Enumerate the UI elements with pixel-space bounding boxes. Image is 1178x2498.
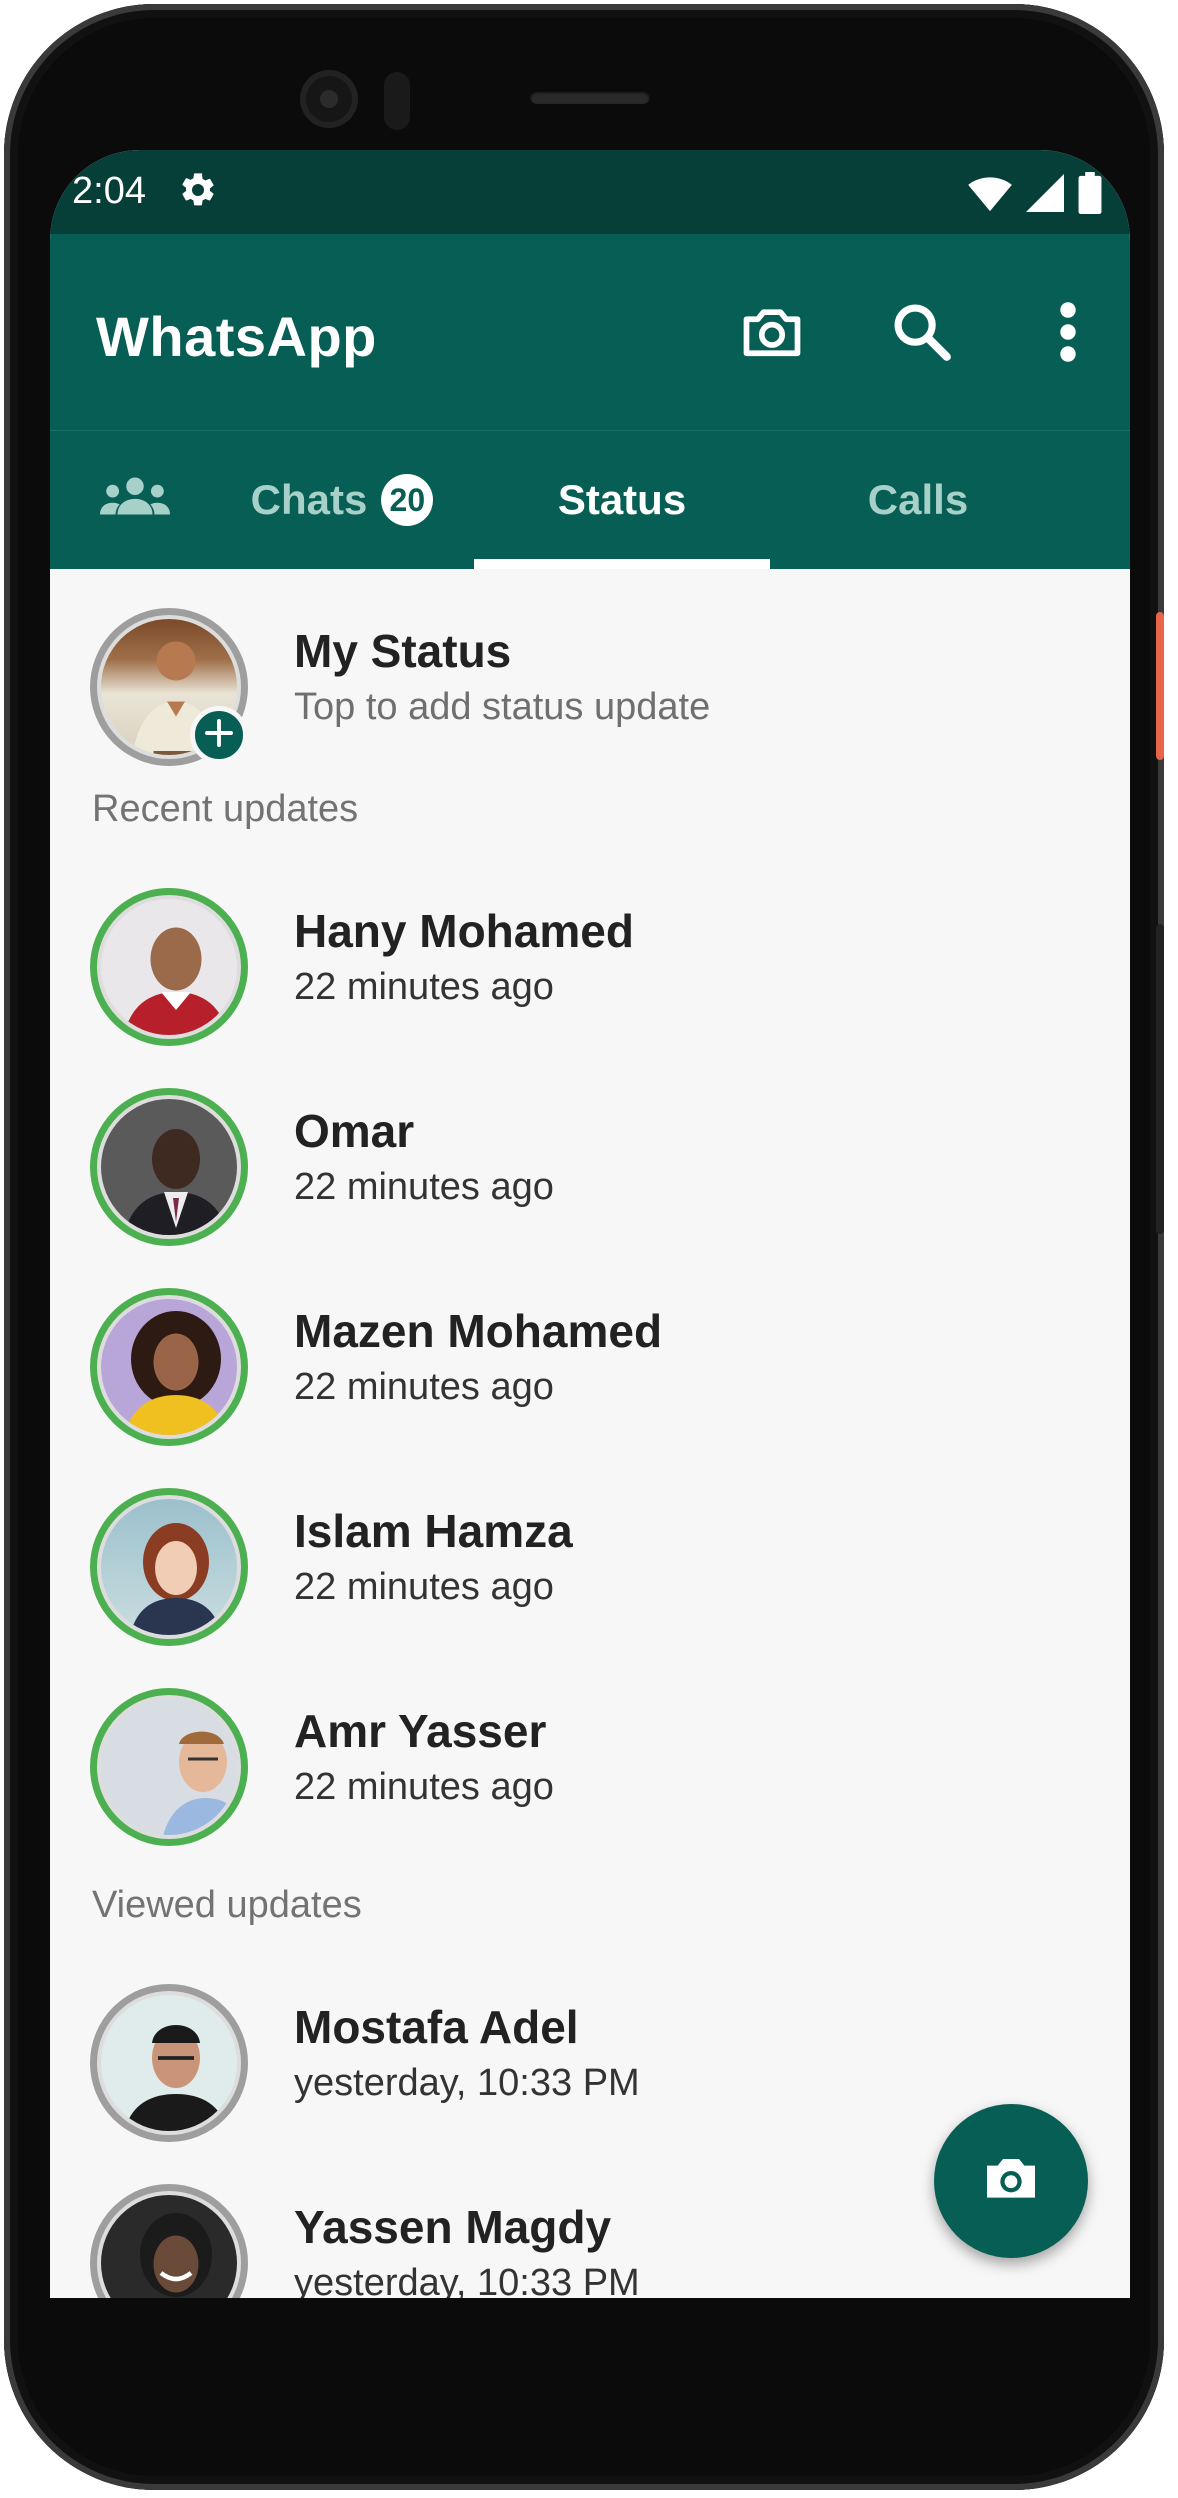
list-item[interactable]: Amr Yasser 22 minutes ago [50, 1658, 1130, 1858]
community-icon [100, 475, 170, 525]
tab-status[interactable]: Status [474, 431, 770, 569]
my-status-row[interactable]: My Status Top to add status update [50, 568, 1130, 768]
volume-button [1156, 924, 1164, 1234]
list-item[interactable]: Mazen Mohamed 22 minutes ago [50, 1258, 1130, 1458]
status-bar: 2:04 [50, 150, 1130, 234]
camera-icon [738, 298, 806, 371]
avatar [90, 1488, 248, 1646]
tab-bar: Chats 20 Status Calls [50, 430, 1130, 569]
wifi-icon [968, 173, 1012, 218]
section-viewed-updates: Viewed updates [92, 1884, 362, 1926]
contact-name: Mostafa Adel [294, 2001, 579, 2053]
earpiece-speaker [530, 90, 650, 104]
avatar [90, 1984, 248, 2142]
tab-chats[interactable]: Chats 20 [210, 431, 474, 569]
status-time: 22 minutes ago [294, 1166, 554, 1208]
tab-status-label: Status [557, 476, 687, 523]
tab-community[interactable] [80, 431, 190, 569]
status-time: yesterday, 10:33 PM [294, 2262, 640, 2298]
add-icon [204, 718, 234, 753]
proximity-sensor [384, 72, 410, 130]
tab-calls[interactable]: Calls [770, 431, 1066, 569]
power-button [1156, 612, 1164, 760]
settings-gear-icon [178, 170, 218, 210]
contact-name: Yassen Magdy [294, 2201, 612, 2253]
contact-name: Islam Hamza [294, 1505, 573, 1557]
status-time: 22 minutes ago [294, 1566, 554, 1608]
camera-button[interactable] [736, 298, 808, 370]
camera-icon [979, 2147, 1043, 2216]
search-button[interactable] [886, 298, 958, 370]
app-title: WhatsApp [96, 305, 377, 368]
list-item[interactable]: Omar 22 minutes ago [50, 1058, 1130, 1258]
phone-frame: 2:04 WhatsApp Chats 20 Status Calls My S… [4, 4, 1164, 2490]
contact-name: Amr Yasser [294, 1705, 547, 1757]
status-time: 22 minutes ago [294, 1766, 554, 1808]
list-item[interactable]: Hany Mohamed 22 minutes ago [50, 858, 1130, 1058]
add-status-badge[interactable] [190, 706, 248, 764]
overflow-menu-button[interactable] [1032, 298, 1104, 370]
section-recent-updates: Recent updates [92, 788, 359, 830]
more-vert-icon [1056, 299, 1080, 370]
front-camera [300, 70, 358, 128]
tab-chats-label: Chats [250, 476, 368, 523]
status-time: 22 minutes ago [294, 966, 554, 1008]
avatar [90, 2184, 248, 2298]
status-time: yesterday, 10:33 PM [294, 2062, 640, 2104]
signal-icon [1026, 173, 1064, 218]
contact-name: Hany Mohamed [294, 905, 634, 957]
my-status-subtitle: Top to add status update [294, 686, 711, 728]
search-icon [889, 299, 955, 370]
app-bar: WhatsApp [50, 234, 1130, 430]
screen: 2:04 WhatsApp Chats 20 Status Calls My S… [50, 150, 1130, 2298]
my-status-title: My Status [294, 625, 512, 677]
avatar [90, 1688, 248, 1846]
avatar [90, 1288, 248, 1446]
status-time: 2:04 [72, 170, 146, 212]
contact-name: Omar [294, 1105, 415, 1157]
tab-calls-label: Calls [867, 476, 969, 523]
camera-fab[interactable] [934, 2104, 1088, 2258]
avatar [90, 888, 248, 1046]
unread-count-badge: 20 [381, 474, 434, 526]
contact-name: Mazen Mohamed [294, 1305, 663, 1357]
avatar [90, 1088, 248, 1246]
battery-icon [1078, 172, 1102, 219]
list-item[interactable]: Islam Hamza 22 minutes ago [50, 1458, 1130, 1658]
status-time: 22 minutes ago [294, 1366, 554, 1408]
